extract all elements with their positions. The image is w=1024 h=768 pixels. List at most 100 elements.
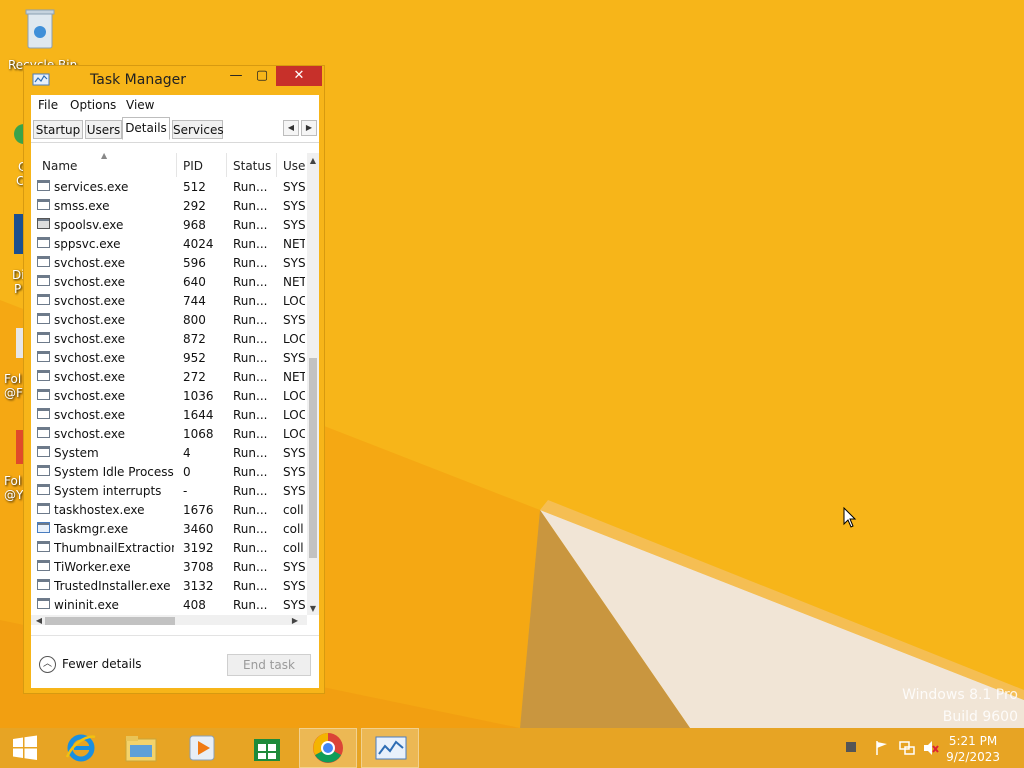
table-row[interactable]: svchost.exe 952 Run... SYS bbox=[31, 349, 307, 368]
taskbar-file-explorer[interactable] bbox=[112, 728, 170, 768]
flag-icon[interactable] bbox=[874, 740, 890, 760]
table-row[interactable]: svchost.exe 1644 Run... LOC bbox=[31, 406, 307, 425]
menu-options[interactable]: Options bbox=[70, 98, 116, 112]
volume-muted-icon[interactable] bbox=[922, 740, 940, 760]
process-window-icon bbox=[37, 598, 50, 609]
column-divider[interactable] bbox=[176, 153, 177, 177]
taskbar-chrome[interactable] bbox=[299, 728, 357, 768]
network-glyph-icon bbox=[899, 741, 915, 755]
taskbar-task-manager[interactable] bbox=[361, 728, 419, 768]
table-row[interactable]: TrustedInstaller.exe 3132 Run... SYS bbox=[31, 577, 307, 596]
process-user: NET bbox=[283, 237, 305, 251]
vertical-scroll-thumb[interactable] bbox=[309, 358, 317, 558]
horizontal-scrollbar[interactable]: ◀ ▶ bbox=[31, 615, 307, 625]
process-name: taskhostex.exe bbox=[54, 503, 145, 517]
task-manager-app-icon bbox=[32, 73, 50, 86]
process-status: Run... bbox=[233, 465, 268, 479]
table-row[interactable]: services.exe 512 Run... SYS bbox=[31, 178, 307, 197]
column-header-name[interactable]: Name bbox=[42, 159, 77, 173]
desktop-label-4: P bbox=[14, 282, 22, 296]
system-clock[interactable]: 5:21 PM 9/2/2023 bbox=[946, 733, 1000, 765]
process-status: Run... bbox=[233, 351, 268, 365]
table-row[interactable]: System Idle Process 0 Run... SYS bbox=[31, 463, 307, 482]
scroll-down-arrow-icon[interactable]: ▼ bbox=[307, 603, 319, 615]
tab-startup[interactable]: Startup bbox=[33, 120, 83, 139]
folder-shortcut-icon bbox=[16, 430, 24, 464]
process-name: services.exe bbox=[54, 180, 129, 194]
desktop-icon-folder-2[interactable]: Fol @Y bbox=[4, 426, 24, 502]
column-header-pid[interactable]: PID bbox=[183, 159, 203, 173]
process-status: Run... bbox=[233, 332, 268, 346]
process-pid: 968 bbox=[183, 218, 206, 232]
column-divider[interactable] bbox=[276, 153, 277, 177]
table-row[interactable]: svchost.exe 1036 Run... LOC bbox=[31, 387, 307, 406]
process-user: SYS bbox=[283, 465, 305, 479]
end-task-button[interactable]: End task bbox=[227, 654, 311, 676]
process-details-table: ▲ Name PID Status Use services.exe 512 Run… bbox=[31, 153, 319, 625]
process-window-icon bbox=[37, 541, 50, 552]
scroll-up-arrow-icon[interactable]: ▲ bbox=[307, 155, 319, 167]
process-status: Run... bbox=[233, 522, 268, 536]
task-manager-window[interactable]: Task Manager — ▢ ✕ File Options View Sta… bbox=[23, 65, 325, 694]
process-window-icon bbox=[37, 294, 50, 305]
table-row[interactable]: ThumbnailExtraction... 3192 Run... coll bbox=[31, 539, 307, 558]
media-player-icon bbox=[189, 735, 215, 761]
table-row[interactable]: System interrupts - Run... SYS bbox=[31, 482, 307, 501]
maximize-button[interactable]: ▢ bbox=[248, 66, 276, 86]
tab-users[interactable]: Users bbox=[85, 120, 122, 139]
scroll-right-arrow-icon[interactable]: ▶ bbox=[289, 615, 301, 625]
table-row[interactable]: taskhostex.exe 1676 Run... coll bbox=[31, 501, 307, 520]
action-center-icon[interactable] bbox=[844, 740, 858, 758]
table-row[interactable]: sppsvc.exe 4024 Run... NET bbox=[31, 235, 307, 254]
desktop-label-5: Fol bbox=[4, 372, 22, 386]
process-task-manager-icon bbox=[37, 522, 50, 533]
task-manager-body: File Options View Startup Users Details … bbox=[31, 95, 319, 688]
process-status: Run... bbox=[233, 560, 268, 574]
fewer-details-button[interactable]: ︿ Fewer details bbox=[39, 656, 142, 673]
tab-details[interactable]: Details bbox=[122, 117, 170, 140]
table-row[interactable]: Taskmgr.exe 3460 Run... coll bbox=[31, 520, 307, 539]
table-row[interactable]: svchost.exe 640 Run... NET bbox=[31, 273, 307, 292]
process-name: smss.exe bbox=[54, 199, 110, 213]
taskbar-internet-explorer[interactable] bbox=[52, 728, 110, 768]
process-window-icon bbox=[37, 180, 50, 191]
process-status: Run... bbox=[233, 579, 268, 593]
table-row[interactable]: svchost.exe 872 Run... LOC bbox=[31, 330, 307, 349]
table-row[interactable]: svchost.exe 272 Run... NET bbox=[31, 368, 307, 387]
tab-scroll-left-button[interactable]: ◀ bbox=[283, 120, 299, 136]
tab-scroll-right-button[interactable]: ▶ bbox=[301, 120, 317, 136]
process-name: svchost.exe bbox=[54, 427, 125, 441]
table-row[interactable]: TiWorker.exe 3708 Run... SYS bbox=[31, 558, 307, 577]
process-rows: services.exe 512 Run... SYS smss.exe 292 Run..… bbox=[31, 178, 307, 625]
horizontal-scroll-thumb[interactable] bbox=[45, 617, 175, 625]
column-header-status[interactable]: Status bbox=[233, 159, 271, 173]
table-row[interactable]: spoolsv.exe 968 Run... SYS bbox=[31, 216, 307, 235]
taskbar-store[interactable] bbox=[236, 728, 294, 768]
process-user: LOC bbox=[283, 408, 305, 422]
close-button[interactable]: ✕ bbox=[276, 66, 322, 86]
table-row[interactable]: wininit.exe 408 Run... SYS bbox=[31, 596, 307, 615]
table-row[interactable]: System 4 Run... SYS bbox=[31, 444, 307, 463]
column-divider[interactable] bbox=[226, 153, 227, 177]
title-bar[interactable]: Task Manager — ▢ ✕ bbox=[24, 66, 324, 96]
table-row[interactable]: smss.exe 292 Run... SYS bbox=[31, 197, 307, 216]
tab-services[interactable]: Services bbox=[172, 120, 224, 139]
network-icon[interactable] bbox=[898, 740, 916, 760]
table-row[interactable]: svchost.exe 596 Run... SYS bbox=[31, 254, 307, 273]
menu-file[interactable]: File bbox=[38, 98, 58, 112]
column-header-user[interactable]: Use bbox=[283, 159, 305, 173]
desktop-icon-folder-1[interactable]: Fol @F bbox=[4, 320, 24, 400]
start-button[interactable] bbox=[0, 728, 50, 768]
scroll-left-arrow-icon[interactable]: ◀ bbox=[33, 615, 45, 625]
table-row[interactable]: svchost.exe 1068 Run... LOC bbox=[31, 425, 307, 444]
process-window-icon bbox=[37, 503, 50, 514]
minimize-button[interactable]: — bbox=[222, 66, 250, 86]
process-name: System interrupts bbox=[54, 484, 162, 498]
process-name: sppsvc.exe bbox=[54, 237, 121, 251]
menu-view[interactable]: View bbox=[126, 98, 154, 112]
table-row[interactable]: svchost.exe 744 Run... LOC bbox=[31, 292, 307, 311]
vertical-scrollbar[interactable]: ▲ ▼ bbox=[307, 153, 319, 615]
process-status: Run... bbox=[233, 275, 268, 289]
table-row[interactable]: svchost.exe 800 Run... SYS bbox=[31, 311, 307, 330]
taskbar-media-player[interactable] bbox=[172, 728, 230, 768]
